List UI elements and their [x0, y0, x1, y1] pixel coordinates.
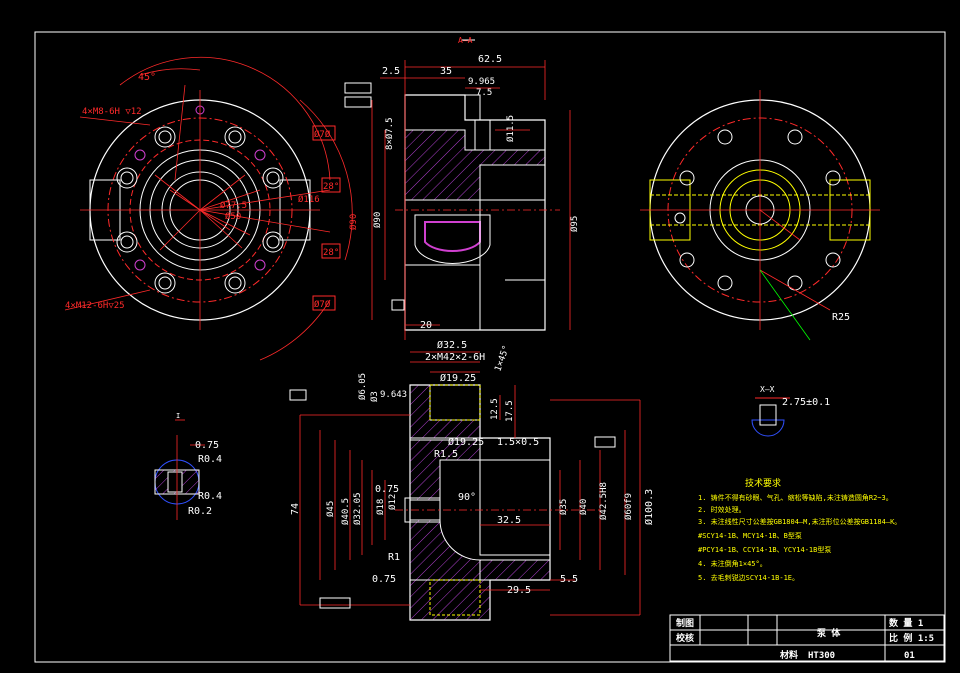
- detail-i-r04a: R0.4: [198, 454, 222, 465]
- sec-dim-075b: 0.75: [372, 574, 396, 585]
- sec-chamfer: 1×45°: [493, 344, 512, 373]
- sec-chamfer2: 1.5×0.5: [497, 437, 539, 448]
- notes-item-3: 3. 未注线性尺寸公差按GB1804—M,未注形位公差按GB1184—K。: [698, 517, 901, 526]
- front-angle-28a: 28°: [323, 182, 339, 192]
- sec-dim-90deg: 90°: [458, 492, 476, 503]
- section-view: [289, 351, 641, 621]
- sec-dim-40-5: Ø40.5: [340, 498, 351, 525]
- side-dim-7-5: 7.5: [476, 88, 492, 98]
- side-dim-9-965: 9.965: [468, 77, 495, 87]
- side-dim-8x7-5: 8×Ø7.5: [384, 117, 395, 150]
- sec-thread: 2×M42×2-6H: [425, 352, 485, 363]
- tb-sheet: 01: [904, 651, 915, 661]
- front-angle-28b: 28°: [323, 248, 339, 258]
- detail-i-label: I: [176, 412, 180, 420]
- sec-dim-32-05: Ø32.05: [352, 492, 363, 525]
- side-dim-11-5: Ø11.5: [505, 115, 516, 142]
- sec-dim-74: 74: [290, 503, 301, 515]
- sec-dim-32-5: Ø32.5: [437, 339, 467, 351]
- side-dim-20: 20: [420, 320, 432, 331]
- front-dia-90: Ø90: [348, 214, 359, 230]
- sec-dim-40: Ø40: [578, 499, 589, 515]
- sec-dim-9-643: 9.643: [380, 390, 407, 400]
- notes-title: 技术要求: [745, 477, 781, 489]
- detail-i-view: [154, 419, 205, 520]
- tb-material-label: 材料: [779, 649, 798, 661]
- sec-r15: R1.5: [434, 449, 458, 460]
- sec-dim-3: Ø3: [369, 391, 380, 402]
- detail-x-label: X—X: [760, 385, 775, 394]
- front-view: [64, 56, 353, 361]
- sec-dim-12-5: 12.5: [490, 398, 500, 420]
- detail-i-r04b: R0.4: [198, 491, 222, 502]
- sec-dim-17-5: 17.5: [505, 400, 515, 422]
- notes-item-6: 4. 未注倒角1×45°。: [698, 559, 767, 568]
- sec-dim-6-05: Ø6.05: [357, 373, 368, 400]
- notes-item-5: #PCY14-1B、CCY14-1B、YCY14-1B型泵: [698, 545, 831, 554]
- side-dim-62-5: 62.5: [478, 54, 502, 65]
- notes-item-1: 1. 铸件不得有砂眼、气孔、缩松等缺陷,未注铸造圆角R2~3。: [698, 493, 893, 502]
- side-dim-90: Ø90: [372, 212, 383, 228]
- right-radius: R25: [832, 312, 850, 323]
- sec-dim-18: Ø18: [375, 499, 386, 515]
- sec-dim-075: 0.75: [375, 484, 399, 495]
- front-dia-77: Ø77.5: [220, 200, 247, 211]
- cad-drawing: 45° 4×M8-6H ▽12 4×M12-6H▽25 Ø7Ø Ø7Ø 28° …: [34, 31, 946, 663]
- tb-name: 泵 体: [817, 627, 841, 639]
- front-dia-116: Ø116: [298, 194, 320, 205]
- side-section-label: A—A: [458, 36, 473, 45]
- sec-dim-45: Ø45: [325, 501, 336, 517]
- notes-item-7: 5. 去毛刺锐边SCY14-1B-1E。: [698, 573, 799, 582]
- right-view: [640, 90, 880, 341]
- front-thread-top: 4×M8-6H ▽12: [82, 107, 142, 117]
- sec-dim-60: Ø60f9: [623, 493, 634, 520]
- sec-dim-42-5: Ø42.5H8: [598, 482, 609, 520]
- sec-dim-29-5: 29.5: [507, 585, 531, 596]
- detail-i-dim-075: 0.75: [195, 440, 219, 451]
- front-box-b: Ø7Ø: [314, 299, 331, 310]
- side-dim-95: Ø95: [569, 216, 580, 232]
- sec-dim-19-25b: Ø19.25: [448, 436, 484, 448]
- front-angle-45: 45°: [138, 72, 156, 83]
- sec-dim-r1: R1: [388, 552, 400, 563]
- detail-i-r02: R0.2: [188, 506, 212, 517]
- sec-dim-5-5: 5.5: [560, 574, 578, 585]
- side-dim-35: 35: [440, 66, 452, 77]
- sec-dim-19-25: Ø19.25: [440, 372, 476, 384]
- tb-drawn: 制图: [676, 617, 694, 629]
- front-thread-bottom: 4×M12-6H▽25: [65, 301, 125, 311]
- detail-x-dim: 2.75±0.1: [782, 397, 830, 408]
- tb-scale: 比 例 1:5: [889, 632, 934, 644]
- sec-dim-32-5b: 32.5: [497, 515, 521, 526]
- sec-dim-35: Ø35: [558, 499, 569, 515]
- side-dim-2-5: 2.5: [382, 66, 400, 77]
- notes-item-2: 2. 时效处理。: [698, 505, 746, 514]
- tb-material: HT300: [808, 651, 835, 661]
- front-dia-50: Ø50: [225, 211, 241, 222]
- side-view: [344, 39, 571, 340]
- tb-checked: 校核: [676, 632, 694, 644]
- sec-dim-100: Ø100.3: [643, 489, 655, 525]
- notes-item-4: #SCY14-1B、MCY14-1B、B型泵: [698, 531, 802, 540]
- sec-dim-12: Ø12: [387, 494, 398, 510]
- tb-qty: 数 量 1: [889, 617, 923, 629]
- front-box-a: Ø7Ø: [314, 129, 331, 140]
